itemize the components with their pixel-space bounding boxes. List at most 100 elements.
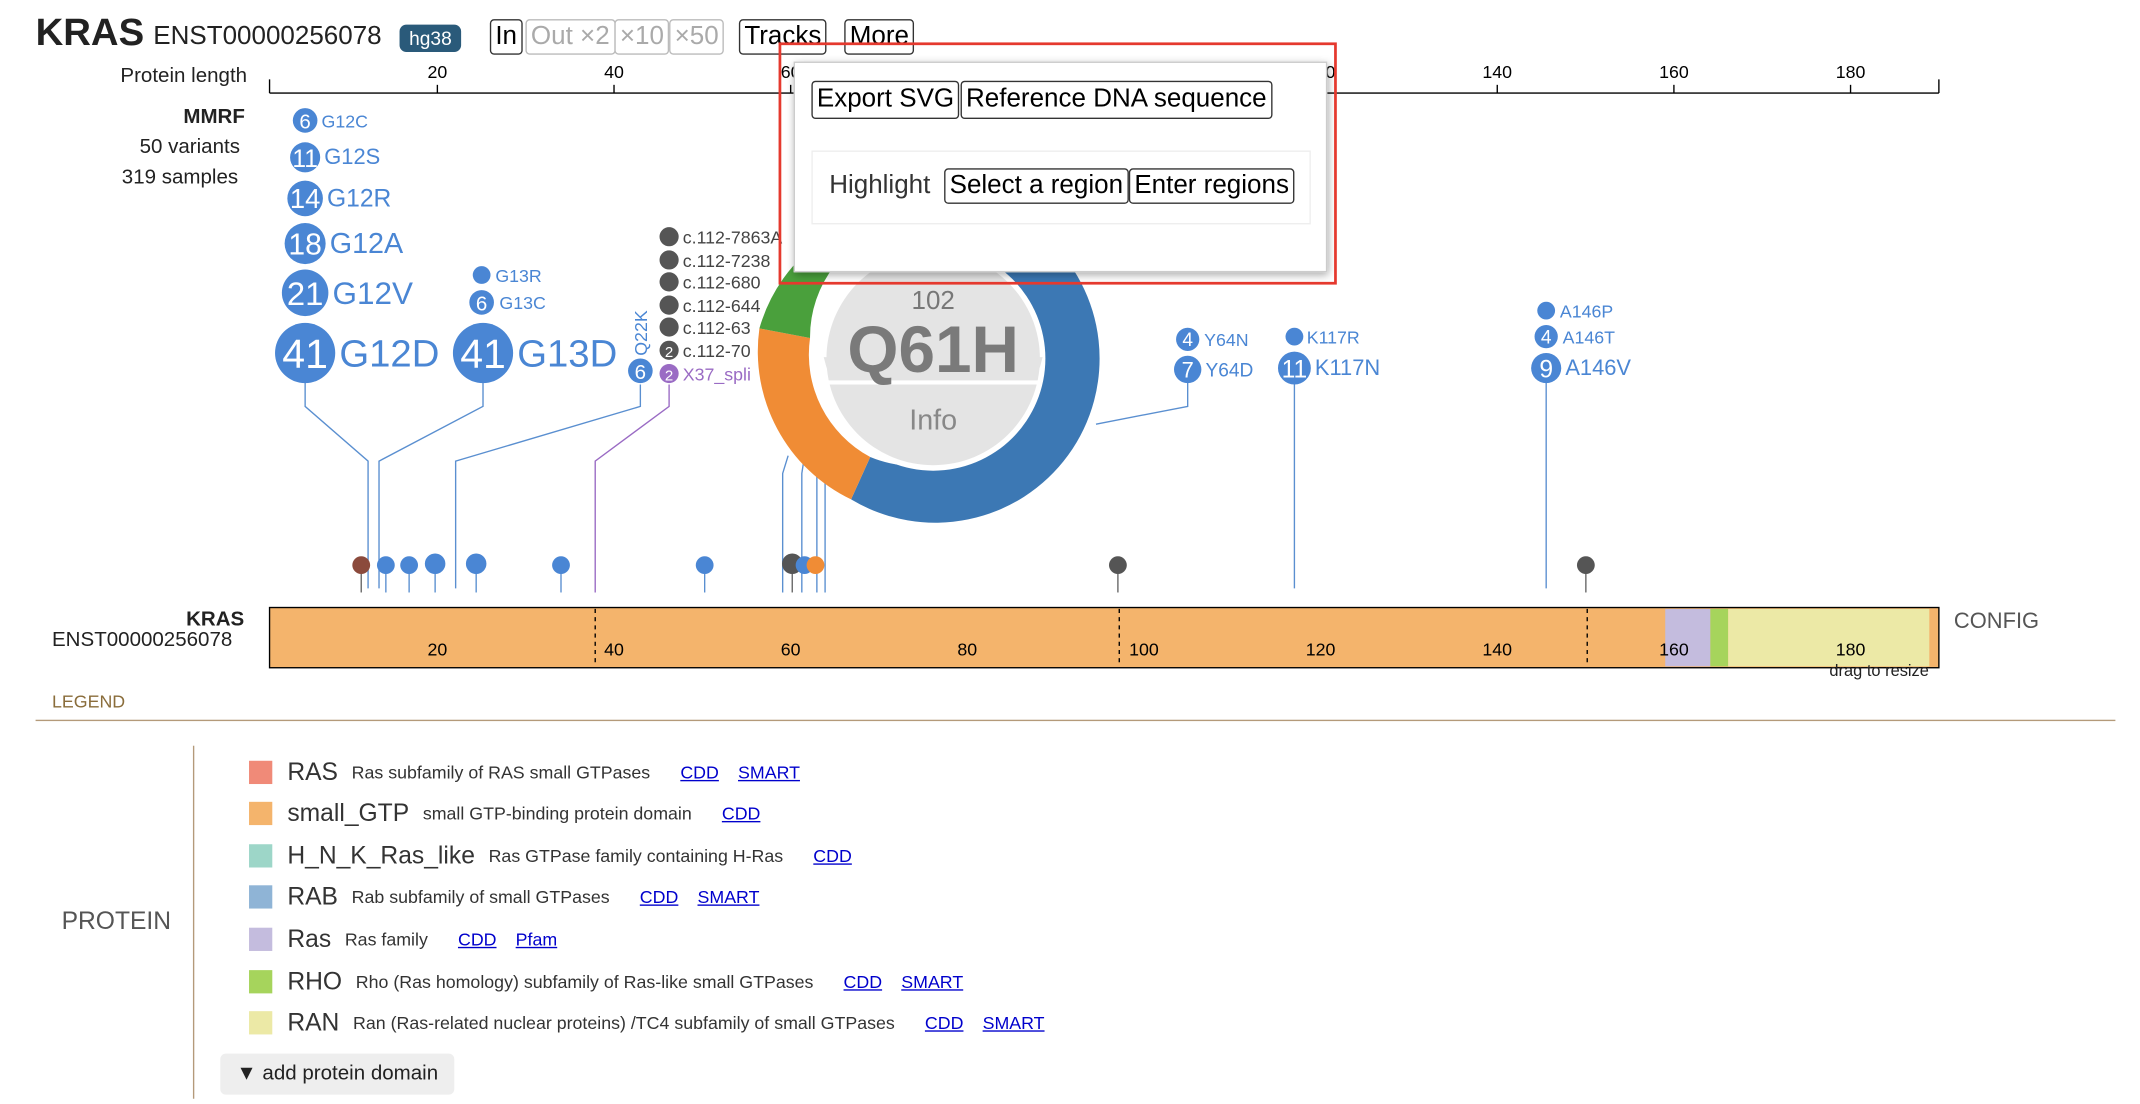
domain-link-cdd[interactable]: CDD (844, 971, 883, 992)
variant-label[interactable]: A146V (1565, 355, 1631, 380)
ruler-tick-label: 160 (1659, 62, 1689, 82)
bubble-count: 2 (665, 367, 673, 384)
right-variant-labels: Y64N Y64D K117R K117N A146P A146T A146V (1204, 301, 1631, 381)
variant-label[interactable]: K117N (1315, 355, 1380, 380)
variant-dot[interactable] (376, 556, 395, 575)
variant-label[interactable]: Q22K (631, 310, 651, 356)
protein-bar-tick-label: 60 (781, 639, 801, 659)
donut-info[interactable]: Info (909, 405, 957, 437)
bubble-count: 11 (292, 146, 318, 173)
variant-label[interactable]: c.112-644 (683, 296, 761, 316)
variant-bubble[interactable] (1537, 301, 1556, 320)
resize-hint[interactable]: drag to resize (1829, 661, 1928, 680)
variant-label[interactable]: Y64D (1205, 360, 1253, 381)
domain-color-swatch (249, 969, 273, 993)
variant-label[interactable]: G13C (499, 293, 546, 313)
bubble-count: 41 (460, 331, 506, 377)
variant-dot[interactable] (352, 556, 371, 575)
domain-name: H_N_K_Ras_like (287, 841, 475, 869)
legend-divider (35, 719, 2116, 722)
variant-label[interactable]: G12R (327, 186, 391, 213)
variant-label[interactable]: G12C (322, 111, 369, 131)
variant-label[interactable]: c.112-70 (683, 341, 751, 361)
variant-bubble[interactable] (1285, 327, 1304, 346)
protein-bar-tick-label: 120 (1306, 639, 1336, 659)
domain-name: RAN (287, 1008, 340, 1036)
variant-label[interactable]: Y64N (1204, 330, 1248, 350)
bubble-count: 14 (290, 183, 320, 214)
legend-domain-row: RHO Rho (Ras homology) subfamily of Ras-l… (249, 966, 982, 996)
variant-label[interactable]: G13R (495, 266, 541, 286)
domain-link-cdd[interactable]: CDD (722, 803, 761, 824)
bubble-count: 4 (1541, 327, 1552, 348)
legend-left-divider (192, 745, 195, 1099)
variant-label[interactable]: c.112-63 (683, 318, 751, 338)
bubble-count: 6 (299, 111, 310, 134)
variant-label[interactable]: G12S (324, 144, 380, 169)
legend-title[interactable]: LEGEND (52, 691, 125, 712)
protein-bar-tick-label: 80 (957, 639, 977, 659)
bubble-count: 4 (1182, 330, 1193, 351)
domain-description: Ras subfamily of RAS small GTPases (351, 761, 651, 782)
domain-link-smart[interactable]: SMART (698, 887, 760, 908)
domain-name: small_GTP (287, 799, 410, 827)
bubble-count: 41 (282, 331, 328, 377)
bubble-count: 7 (1182, 358, 1194, 383)
domain-link-cdd[interactable]: CDD (680, 761, 719, 782)
protein-bar-tick-label: 180 (1836, 639, 1866, 659)
domain-name: RAB (287, 882, 338, 911)
variant-dots (352, 553, 1595, 575)
variant-label[interactable]: A146T (1563, 327, 1615, 347)
domain-link-pfam[interactable]: Pfam (516, 929, 558, 950)
bubble-count: 2 (665, 344, 673, 361)
bubble-count: 11 (1282, 357, 1308, 384)
variant-label[interactable]: c.112-7863A (683, 228, 783, 248)
domain-link-cdd[interactable]: CDD (640, 887, 679, 908)
variant-label[interactable]: A146P (1560, 301, 1613, 321)
domain-link-smart[interactable]: SMART (901, 971, 963, 992)
variant-label[interactable]: G12A (330, 228, 404, 260)
domain-link-cdd[interactable]: CDD (813, 845, 852, 866)
variant-label[interactable]: X37_spli (683, 364, 751, 385)
domain-link-smart[interactable]: SMART (738, 761, 800, 782)
variant-label[interactable]: K117R (1307, 327, 1360, 347)
protein-domain-bar[interactable]: 20 40 60 80 100 120 140 160 180 (268, 606, 1940, 669)
variant-label[interactable]: G12D (339, 333, 439, 376)
domain-color-swatch (249, 843, 273, 868)
domain-link-cdd[interactable]: CDD (458, 929, 497, 950)
domain-color-swatch (249, 885, 273, 909)
variant-dot[interactable] (1109, 556, 1127, 575)
bubble-count: 6 (635, 361, 646, 384)
domain-description: Ras GTPase family containing H-Ras (488, 845, 784, 866)
variant-dot[interactable] (806, 556, 825, 575)
domain-description: Rab subfamily of small GTPases (351, 887, 610, 908)
variant-dot[interactable] (424, 553, 446, 575)
variant-label[interactable]: G13D (517, 333, 617, 376)
domain-link-smart[interactable]: SMART (983, 1013, 1045, 1034)
variant-dot[interactable] (465, 553, 487, 575)
protein-bar-tick-label: 20 (427, 639, 447, 659)
legend-domain-row: RAS Ras subfamily of RAS small GTPases CDD… (249, 757, 819, 787)
variant-dot[interactable] (552, 556, 570, 575)
variant-label[interactable]: c.112-7238 (683, 251, 771, 271)
variant-label[interactable]: G12V (332, 276, 412, 311)
domain-name: RAS (287, 757, 338, 785)
variant-bubble[interactable] (472, 266, 491, 284)
variant-dot[interactable] (400, 556, 419, 575)
highlight-annotation-box (778, 42, 1337, 285)
variant-dot[interactable] (1576, 556, 1595, 575)
domain-color-swatch (249, 1011, 273, 1035)
domain-link-cdd[interactable]: CDD (925, 1013, 964, 1034)
config-link[interactable]: CONFIG (1954, 610, 2039, 635)
ruler-tick-label: 20 (427, 62, 447, 82)
domain-name: RHO (287, 966, 343, 995)
protein-transcript-label: ENST00000256078 (51, 628, 233, 652)
gray-stems (360, 573, 1587, 593)
variant-label[interactable]: c.112-680 (683, 273, 761, 293)
variant-dot[interactable] (695, 556, 714, 575)
ruler-tick-label: 180 (1836, 62, 1866, 82)
donut-label: Q61H (847, 313, 1019, 386)
legend-domain-row: RAN Ran (Ras-related nuclear proteins) /T… (249, 1008, 1064, 1038)
domain-color-swatch (249, 927, 273, 951)
add-protein-domain-button[interactable]: ▼ add protein domain (220, 1053, 455, 1095)
